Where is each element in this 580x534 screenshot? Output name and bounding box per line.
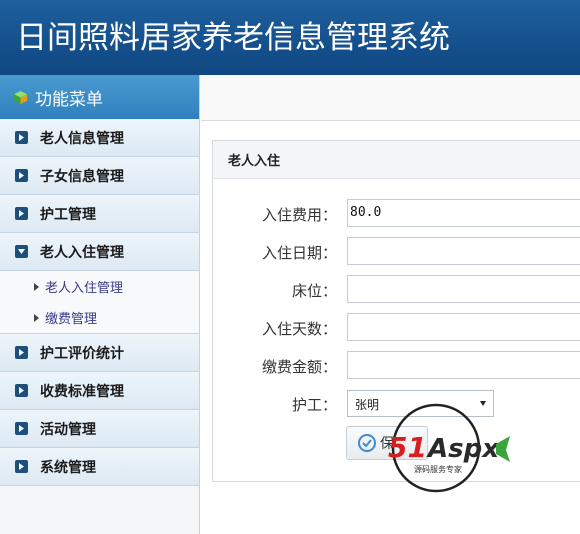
fee-label: 入住费用： xyxy=(261,206,337,224)
sidebar-item-elder-info[interactable]: 老人信息管理 xyxy=(0,119,199,157)
sidebar-subitem-label: 老人入住管理 xyxy=(45,281,124,296)
days-input[interactable] xyxy=(347,313,580,341)
sidebar-item-activity[interactable]: 活动管理 xyxy=(0,410,199,448)
bed-input[interactable] xyxy=(347,275,580,303)
amount-input[interactable] xyxy=(347,351,580,379)
nurse-label: 护工： xyxy=(291,396,337,414)
nurse-select-value: 张明 xyxy=(355,398,380,412)
check-circle-icon xyxy=(358,434,376,452)
sidebar-item-label: 老人信息管理 xyxy=(40,130,124,147)
sidebar-item-label: 护工评价统计 xyxy=(40,345,124,362)
sidebar-item-label: 子女信息管理 xyxy=(40,168,124,185)
sidebar-item-checkin[interactable]: 老人入住管理 xyxy=(0,233,199,271)
content-topbar xyxy=(201,75,580,121)
sidebar-item-nurse[interactable]: 护工管理 xyxy=(0,195,199,233)
chevron-down-icon xyxy=(15,245,28,258)
date-input[interactable] xyxy=(347,237,580,265)
sidebar-item-children-info[interactable]: 子女信息管理 xyxy=(0,157,199,195)
cube-icon xyxy=(13,90,28,104)
sidebar-item-label: 老人入住管理 xyxy=(40,244,124,261)
form-row-fee: 入住费用： 80.0 xyxy=(213,199,580,227)
watermark-brand-num: 51 xyxy=(388,431,427,464)
sidebar-item-label: 护工管理 xyxy=(40,206,96,223)
play-arrow-icon xyxy=(15,460,28,473)
sidebar-item-fee-standard[interactable]: 收费标准管理 xyxy=(0,372,199,410)
play-arrow-icon xyxy=(15,346,28,359)
app-title: 日间照料居家养老信息管理系统 xyxy=(16,20,450,56)
app-header: 日间照料居家养老信息管理系统 xyxy=(0,0,580,75)
sidebar-item-label: 活动管理 xyxy=(40,421,96,438)
sidebar-menu-head-label: 功能菜单 xyxy=(35,89,103,110)
form-row-amount: 缴费金额： xyxy=(213,351,580,379)
play-arrow-icon xyxy=(15,384,28,397)
date-label: 入住日期： xyxy=(261,244,337,262)
form-row-bed: 床位： xyxy=(213,275,580,303)
bed-label: 床位： xyxy=(291,282,337,300)
sidebar-subitem-payment[interactable]: 缴费管理 xyxy=(0,302,199,333)
sidebar-menu-head: 功能菜单 xyxy=(0,75,199,119)
sidebar-item-label: 收费标准管理 xyxy=(40,383,124,400)
sidebar-submenu: 老人入住管理 缴费管理 xyxy=(0,271,199,334)
sidebar-subitem-checkin[interactable]: 老人入住管理 xyxy=(0,271,199,302)
play-arrow-icon xyxy=(15,422,28,435)
sidebar-item-label: 系统管理 xyxy=(40,459,96,476)
sidebar-item-system[interactable]: 系统管理 xyxy=(0,448,199,486)
play-arrow-icon xyxy=(15,169,28,182)
play-arrow-icon xyxy=(15,131,28,144)
play-arrow-icon xyxy=(15,207,28,220)
sidebar-subitem-label: 缴费管理 xyxy=(45,312,98,327)
sidebar-item-nurse-rating[interactable]: 护工评价统计 xyxy=(0,334,199,372)
panel-title: 老人入住 xyxy=(213,141,580,179)
watermark-tagline: 源码服务专家 xyxy=(414,464,462,474)
amount-label: 缴费金额： xyxy=(261,358,337,376)
form-row-days: 入住天数： xyxy=(213,313,580,341)
sidebar: 功能菜单 老人信息管理 子女信息管理 护工管理 老人入住管理 老人入住管理 缴费… xyxy=(0,75,200,534)
form-row-date: 入住日期： xyxy=(213,237,580,265)
watermark-logo: 51 Aspx 源码服务专家 xyxy=(388,403,510,493)
caret-right-icon xyxy=(34,313,39,322)
watermark-brand-text: Aspx xyxy=(426,434,500,464)
fee-input[interactable]: 80.0 xyxy=(347,199,580,227)
caret-right-icon xyxy=(34,282,39,291)
days-label: 入住天数： xyxy=(261,320,337,338)
